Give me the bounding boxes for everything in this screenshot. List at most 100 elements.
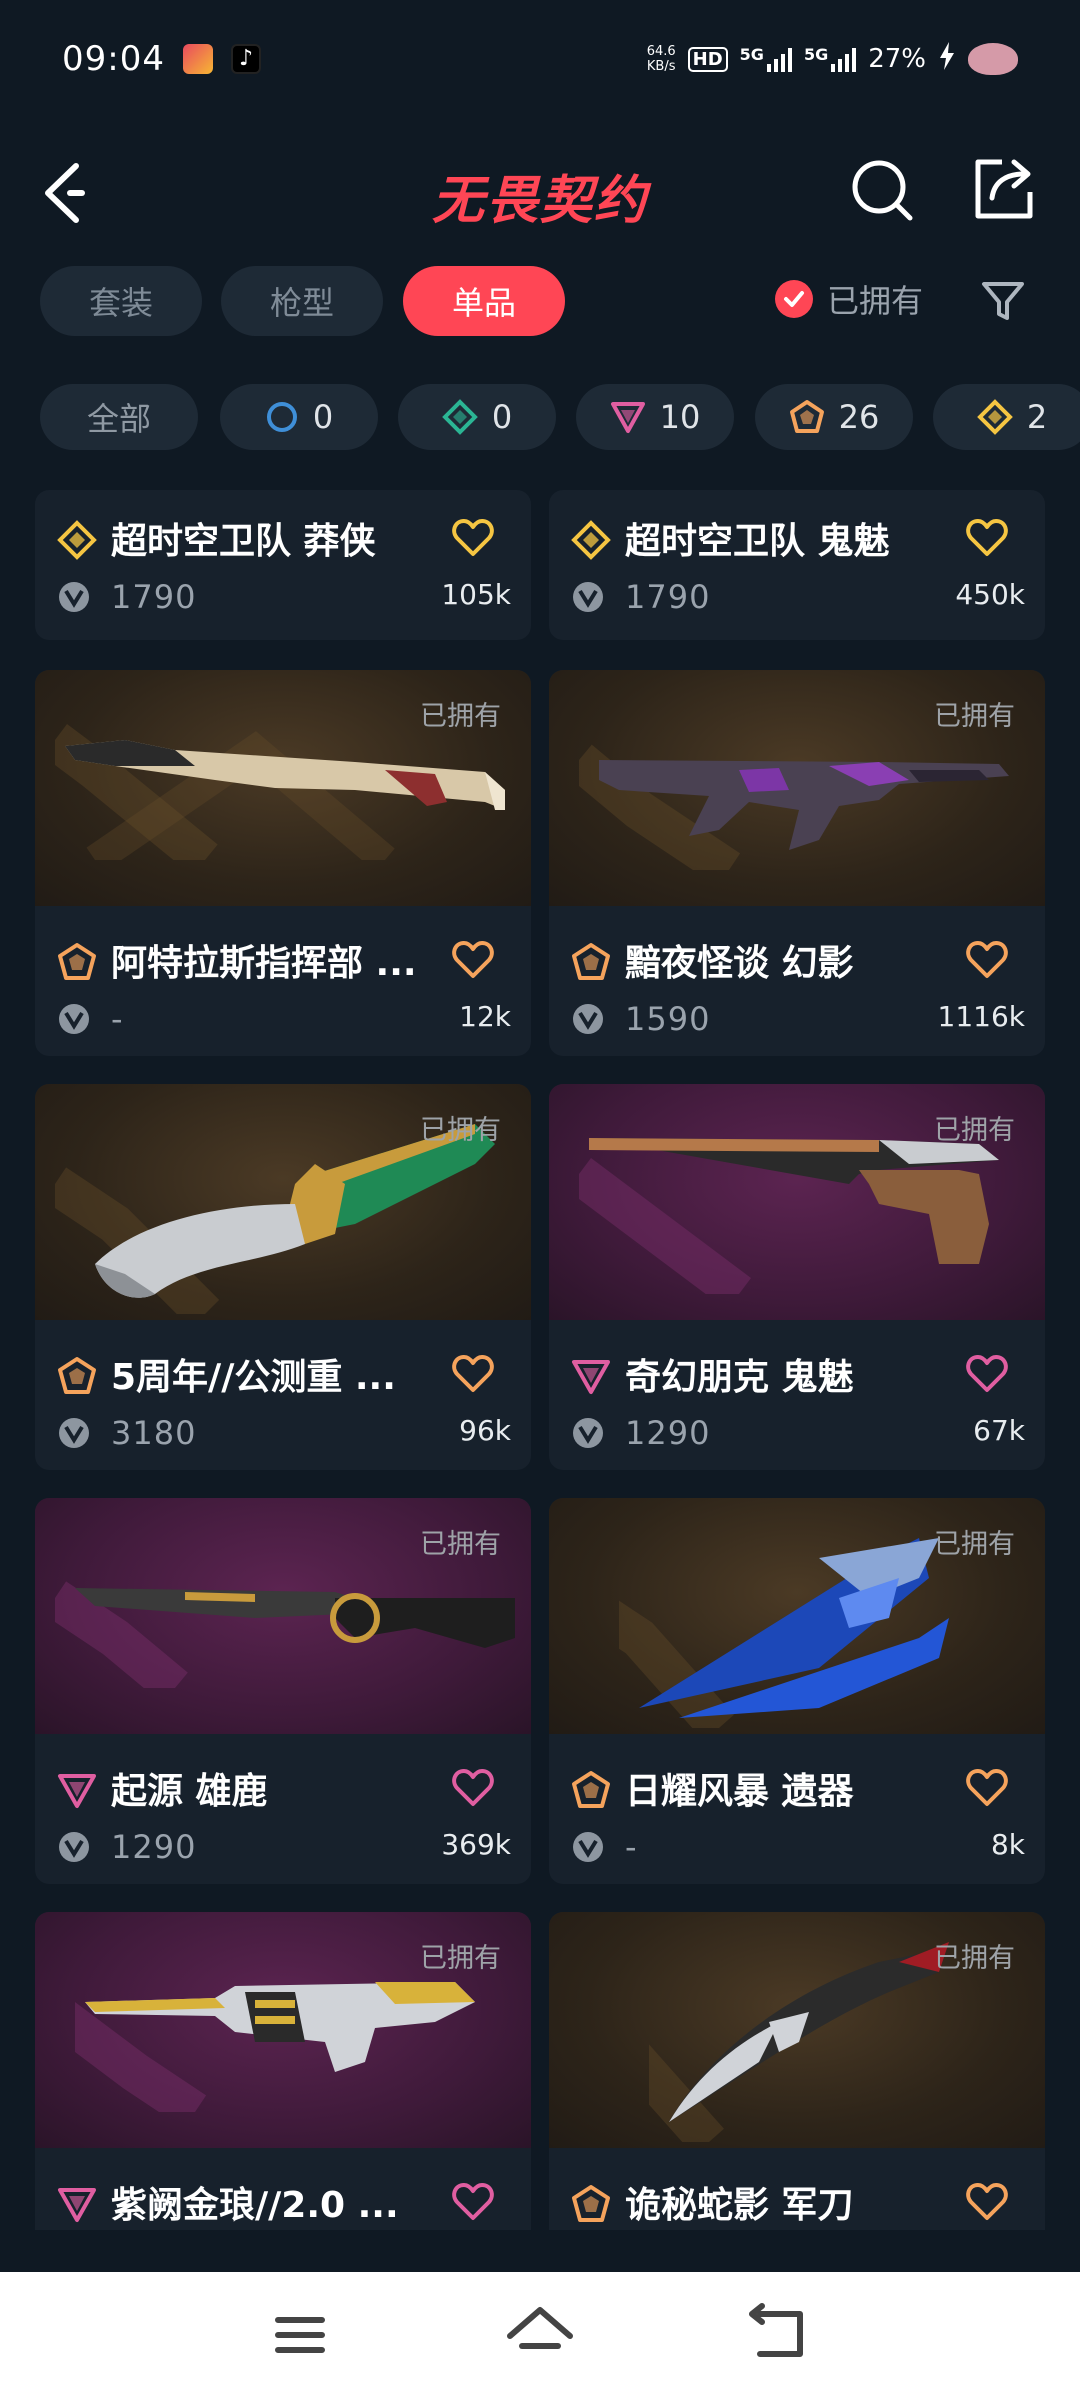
item-card[interactable]: 已拥有 日耀风暴 遗器 - 8k bbox=[549, 1498, 1045, 1884]
item-name: 阿特拉斯指挥部 ... bbox=[111, 943, 417, 984]
item-image: 已拥有 bbox=[35, 1912, 531, 2148]
item-info: 起源 雄鹿 1290 369k bbox=[35, 1734, 531, 1884]
exclusive-tier-icon bbox=[572, 2185, 610, 2222]
owned-filter-label: 已拥有 bbox=[827, 282, 924, 320]
item-card[interactable]: 已拥有 5周年//公测重 ... 3180 96k bbox=[35, 1084, 531, 1470]
item-card[interactable]: 已拥有 阿特拉斯指挥部 ... - 12k bbox=[35, 670, 531, 1056]
valorant-points-icon bbox=[59, 582, 89, 612]
heart-icon[interactable] bbox=[449, 936, 497, 984]
valorant-points-icon bbox=[59, 1418, 89, 1448]
owned-label: 已拥有 bbox=[420, 1943, 501, 1974]
favorite-count: 96k bbox=[459, 1414, 511, 1447]
exclusive-tier-icon bbox=[572, 943, 610, 980]
chip-all-label: 全部 bbox=[86, 400, 151, 438]
tab-single-items[interactable]: 单品 bbox=[403, 266, 565, 336]
favorite-count: 450k bbox=[955, 578, 1025, 611]
heart-icon[interactable] bbox=[449, 1764, 497, 1812]
premium-tier-icon bbox=[58, 1774, 96, 1808]
item-image: 已拥有 bbox=[35, 670, 531, 906]
pig-icon bbox=[968, 43, 1018, 75]
item-price: 1290 bbox=[625, 1414, 711, 1452]
tab-weapon-types[interactable]: 枪型 bbox=[221, 266, 383, 336]
chip-select-tier[interactable]: 0 bbox=[220, 384, 378, 450]
charging-icon bbox=[938, 41, 956, 77]
valorant-points-icon bbox=[573, 1004, 603, 1034]
item-info: 诡秘蛇影 军刀 bbox=[549, 2148, 1045, 2230]
item-card[interactable]: 已拥有 紫阙金琅//2.0 ... bbox=[35, 1912, 531, 2230]
item-card[interactable]: 已拥有 诡秘蛇影 军刀 bbox=[549, 1912, 1045, 2230]
recent-apps-button[interactable] bbox=[260, 2302, 340, 2368]
chip-count: 0 bbox=[312, 398, 334, 436]
back-nav-button[interactable] bbox=[740, 2302, 820, 2368]
ultra-tier-icon bbox=[976, 399, 1013, 435]
item-card[interactable]: 已拥有 起源 雄鹿 1290 369k bbox=[35, 1498, 531, 1884]
item-card[interactable]: 超时空卫队 莽侠 1790 105k bbox=[35, 490, 531, 640]
item-price: 1790 bbox=[111, 578, 197, 616]
heart-icon[interactable] bbox=[963, 514, 1011, 562]
item-info: 超时空卫队 莽侠 1790 105k bbox=[35, 490, 531, 634]
favorite-count: 105k bbox=[441, 578, 511, 611]
favorite-count: 12k bbox=[459, 1000, 511, 1033]
premium-tier-icon bbox=[572, 1360, 610, 1394]
item-price: - bbox=[625, 1828, 638, 1866]
item-name: 5周年//公测重 ... bbox=[111, 1357, 396, 1398]
search-button[interactable] bbox=[850, 158, 916, 224]
item-price: 1290 bbox=[111, 1828, 197, 1866]
item-price: - bbox=[111, 1000, 124, 1038]
chip-premium-tier[interactable]: 10 bbox=[576, 384, 734, 450]
item-grid: 超时空卫队 莽侠 1790 105k 超时空卫队 鬼魅 1790 450k 已拥… bbox=[0, 490, 1080, 2230]
heart-icon[interactable] bbox=[449, 1350, 497, 1398]
item-info: 紫阙金琅//2.0 ... bbox=[35, 2148, 531, 2230]
chip-ultra-tier[interactable]: 2 bbox=[933, 384, 1080, 450]
exclusive-tier-icon bbox=[789, 400, 824, 433]
share-button[interactable] bbox=[972, 156, 1036, 222]
funnel-icon bbox=[982, 282, 1024, 320]
owned-label: 已拥有 bbox=[420, 701, 501, 732]
rarity-filter-chips: 全部 0 0 10 26 2 bbox=[0, 384, 1080, 454]
item-info: 阿特拉斯指挥部 ... - 12k bbox=[35, 906, 531, 1056]
item-info: 黯夜怪谈 幻影 1590 1116k bbox=[549, 906, 1045, 1056]
item-name: 奇幻朋克 鬼魅 bbox=[625, 1357, 854, 1398]
item-card[interactable]: 已拥有 黯夜怪谈 幻影 1590 1116k bbox=[549, 670, 1045, 1056]
category-tabs: 套装 枪型 单品 已拥有 bbox=[0, 266, 1080, 340]
chip-all[interactable]: 全部 bbox=[40, 384, 198, 450]
item-price: 1790 bbox=[625, 578, 711, 616]
owned-filter-toggle[interactable]: 已拥有 bbox=[775, 276, 923, 322]
header: 无畏契约 bbox=[0, 118, 1080, 268]
item-info: 5周年//公测重 ... 3180 96k bbox=[35, 1320, 531, 1470]
share-icon bbox=[975, 159, 1033, 219]
item-name: 起源 雄鹿 bbox=[111, 1771, 268, 1812]
item-image: 已拥有 bbox=[35, 1084, 531, 1320]
heart-icon[interactable] bbox=[449, 514, 497, 562]
marshal-skin-image bbox=[55, 1581, 515, 1688]
home-button[interactable] bbox=[500, 2302, 580, 2368]
item-image: 已拥有 bbox=[549, 1498, 1045, 1734]
chip-exclusive-tier[interactable]: 26 bbox=[755, 384, 913, 450]
item-name: 紫阙金琅//2.0 ... bbox=[111, 2185, 399, 2226]
hd-voice-icon: HD bbox=[687, 46, 728, 72]
heart-icon[interactable] bbox=[963, 2178, 1011, 2226]
home-icon bbox=[507, 2307, 573, 2349]
tab-bundles[interactable]: 套装 bbox=[40, 266, 202, 336]
item-card[interactable]: 已拥有 奇幻朋克 鬼魅 1290 67k bbox=[549, 1084, 1045, 1470]
heart-icon[interactable] bbox=[963, 1764, 1011, 1812]
favorite-count: 369k bbox=[441, 1828, 511, 1861]
exclusive-tier-icon bbox=[572, 1771, 610, 1808]
chip-count: 26 bbox=[838, 398, 880, 436]
chip-count: 2 bbox=[1026, 398, 1048, 436]
battery-level: 27% bbox=[868, 44, 926, 74]
item-name: 日耀风暴 遗器 bbox=[625, 1771, 854, 1812]
heart-icon[interactable] bbox=[449, 2178, 497, 2226]
owned-label: 已拥有 bbox=[420, 1115, 501, 1146]
status-bar: 09:04 ♪ 64.6 KB/s HD 5G 5G 27% bbox=[0, 0, 1080, 118]
item-card[interactable]: 超时空卫队 鬼魅 1790 450k bbox=[549, 490, 1045, 640]
search-icon bbox=[852, 160, 913, 221]
heart-icon[interactable] bbox=[963, 936, 1011, 984]
ultra-tier-icon bbox=[57, 520, 97, 560]
filter-button[interactable] bbox=[978, 276, 1028, 326]
favorite-count: 8k bbox=[990, 1828, 1025, 1861]
heart-icon[interactable] bbox=[963, 1350, 1011, 1398]
chip-deluxe-tier[interactable]: 0 bbox=[398, 384, 556, 450]
item-name: 黯夜怪谈 幻影 bbox=[625, 943, 854, 984]
chip-count: 0 bbox=[491, 398, 513, 436]
